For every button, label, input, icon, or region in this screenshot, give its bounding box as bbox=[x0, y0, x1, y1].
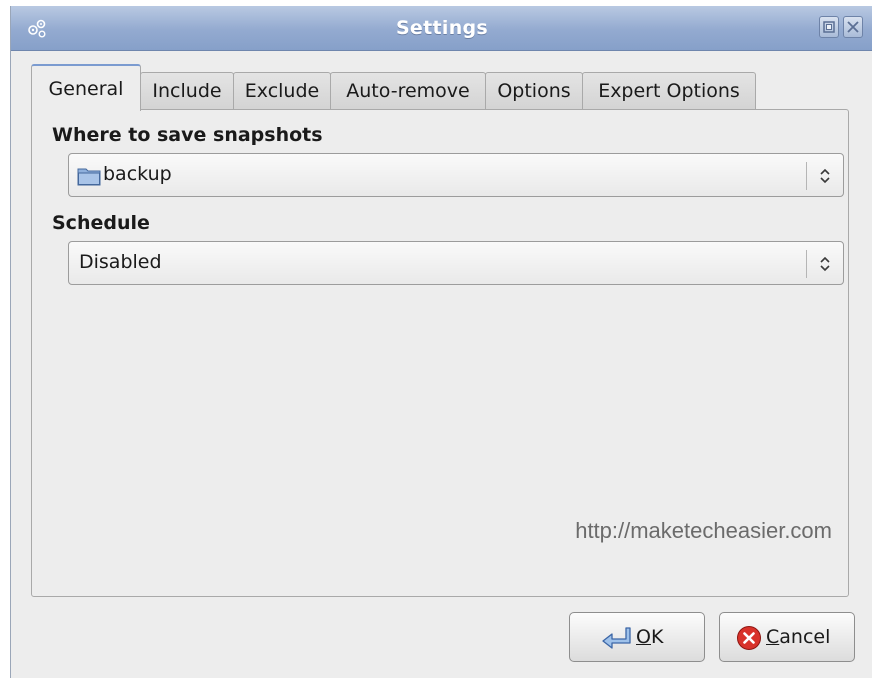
updown-arrow-icon bbox=[820, 168, 830, 184]
tab-auto-remove[interactable]: Auto-remove bbox=[330, 72, 486, 110]
title-bar[interactable]: Settings bbox=[11, 6, 872, 51]
close-button[interactable] bbox=[843, 16, 863, 38]
tab-general[interactable]: General bbox=[31, 64, 141, 111]
tab-expert-options[interactable]: Expert Options bbox=[582, 72, 756, 110]
ok-arrow-icon bbox=[602, 627, 631, 649]
save-location-value: backup bbox=[103, 163, 172, 185]
settings-window: Settings General Include Exclude Auto-re… bbox=[10, 6, 872, 678]
general-panel: Where to save snapshots backup Schedule … bbox=[31, 109, 849, 597]
tab-include[interactable]: Include bbox=[140, 72, 234, 110]
combo-separator bbox=[806, 162, 807, 190]
combo-separator bbox=[806, 250, 807, 278]
schedule-label: Schedule bbox=[52, 212, 150, 234]
save-location-label: Where to save snapshots bbox=[52, 124, 323, 146]
ok-button[interactable]: OK bbox=[569, 612, 705, 662]
close-icon bbox=[847, 21, 859, 33]
schedule-value: Disabled bbox=[79, 251, 162, 273]
tab-exclude[interactable]: Exclude bbox=[233, 72, 331, 110]
updown-arrow-icon bbox=[820, 256, 830, 272]
maximize-button[interactable] bbox=[819, 16, 839, 38]
tab-options[interactable]: Options bbox=[485, 72, 583, 110]
cancel-label: Cancel bbox=[766, 626, 831, 648]
watermark-text: http://maketecheasier.com bbox=[575, 518, 832, 543]
save-location-combo[interactable]: backup bbox=[68, 153, 844, 197]
cancel-button[interactable]: Cancel bbox=[719, 612, 855, 662]
window-title: Settings bbox=[395, 17, 489, 39]
schedule-combo[interactable]: Disabled bbox=[68, 241, 844, 285]
folder-icon bbox=[77, 168, 101, 186]
ok-label: OK bbox=[636, 626, 664, 648]
maximize-icon bbox=[823, 21, 835, 33]
cancel-icon bbox=[737, 626, 761, 650]
